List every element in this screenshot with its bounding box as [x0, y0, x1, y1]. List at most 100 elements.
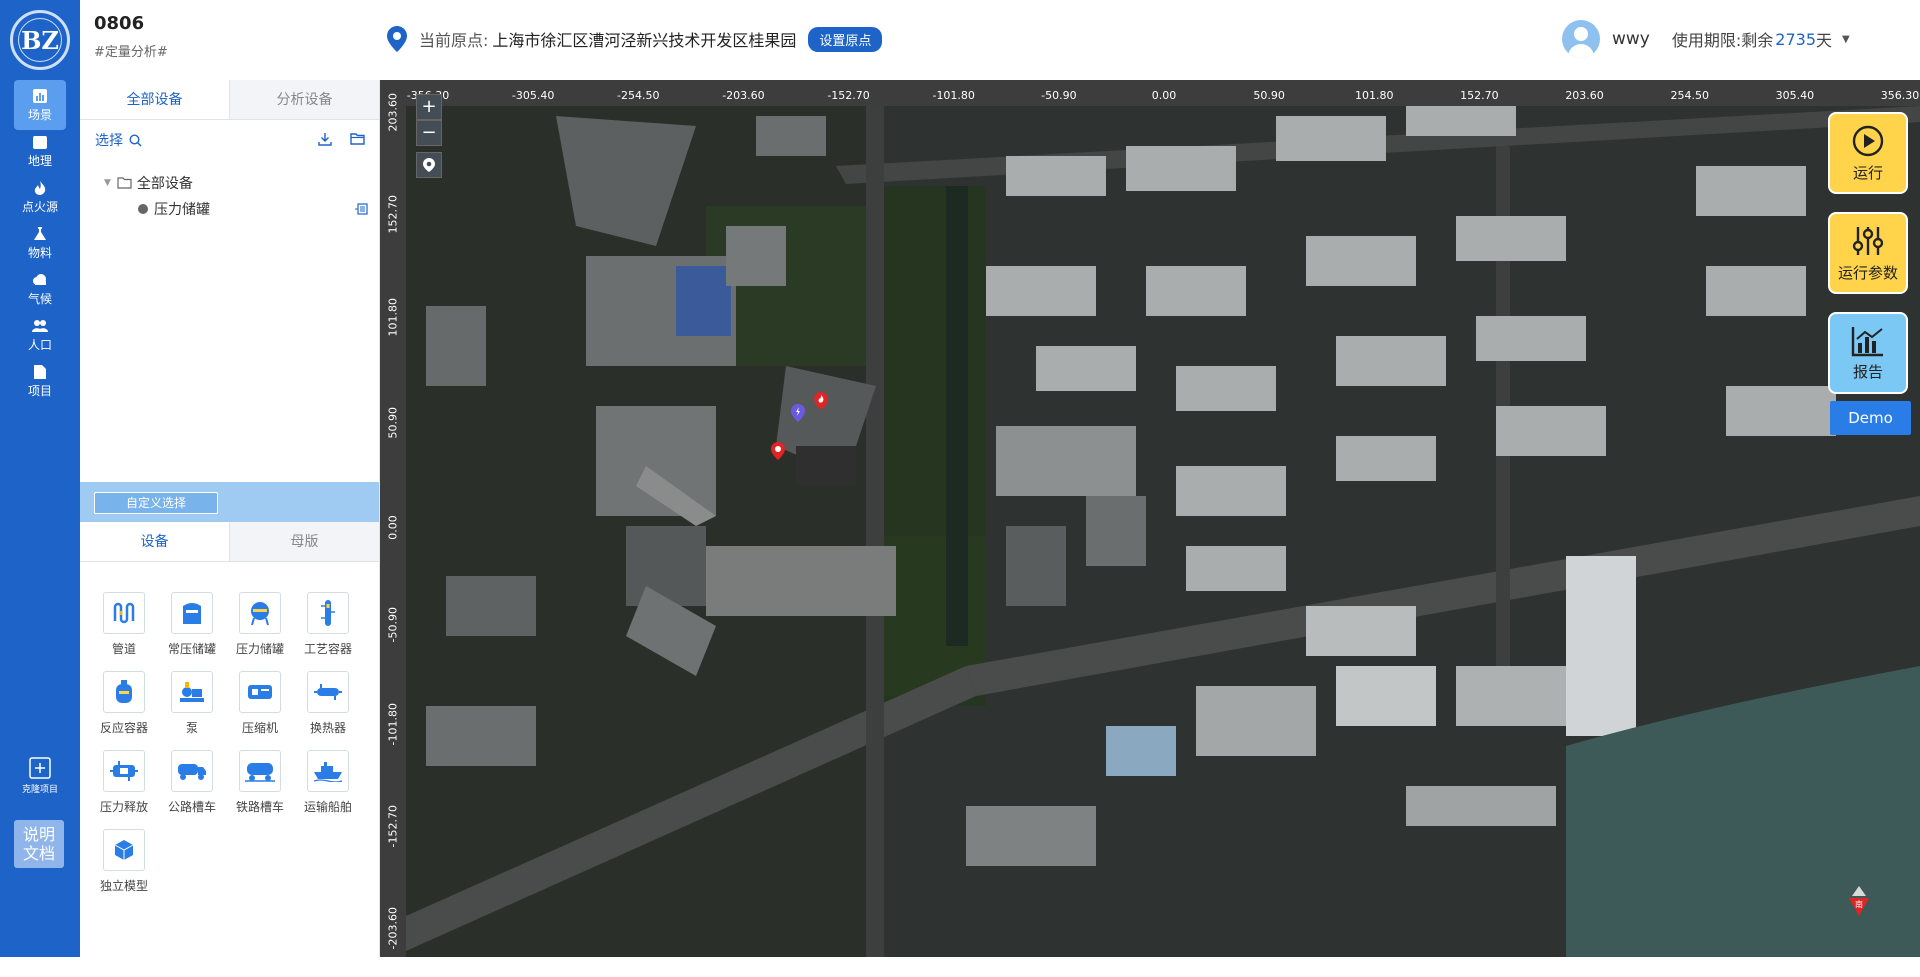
nav-item-population[interactable]: 人口	[14, 310, 66, 360]
nav-label: 人口	[27, 338, 52, 352]
nav-item-ignition[interactable]: 点火源	[14, 172, 66, 222]
run-button[interactable]: 运行	[1828, 112, 1908, 194]
ignition-marker-icon[interactable]	[814, 392, 828, 410]
y-ruler-tick-label: -152.70	[386, 804, 400, 848]
demo-button[interactable]: Demo	[1830, 401, 1911, 435]
equipment-item-atmospheric-tank[interactable]: 常压储罐	[158, 592, 226, 657]
x-ruler-tick-label: 305.40	[1775, 89, 1815, 102]
project-subtitle: #定量分析#	[94, 45, 168, 60]
left-nav: BZ 场景 地理 点火源 物料 气候 人口 项目 克隆项目 说明文档	[0, 0, 80, 977]
clone-icon	[29, 757, 51, 779]
origin-marker-icon[interactable]	[771, 442, 785, 460]
custom-select-bar: 自定义选择	[80, 482, 379, 522]
equipment-item-pipe[interactable]: 管道	[90, 592, 158, 657]
location-pin-icon	[423, 158, 435, 172]
username: wwy	[1612, 29, 1650, 49]
equipment-item-process-vessel[interactable]: 工艺容器	[294, 592, 362, 657]
tab-template[interactable]: 母版	[229, 522, 379, 561]
device-marker-icon[interactable]	[791, 404, 805, 422]
map-view[interactable]: -356.30-305.40-254.50-203.60-152.70-101.…	[380, 80, 1920, 957]
x-ruler-tick-label: 50.90	[1253, 89, 1285, 102]
locate-button[interactable]	[416, 152, 442, 178]
template-tabs: 设备 母版	[80, 522, 379, 562]
cloud-icon	[31, 272, 49, 288]
tree-root[interactable]: ▼ 全部设备	[104, 170, 355, 196]
zoom-out-button[interactable]: −	[416, 120, 442, 146]
equipment-item-ship[interactable]: 运输船舶	[294, 750, 362, 815]
nav-label: 物料	[27, 246, 52, 260]
nav-item-material[interactable]: 物料	[14, 218, 66, 268]
reactor-icon	[116, 680, 132, 703]
equipment-item-pressure-relief[interactable]: 压力释放	[90, 750, 158, 815]
caret-down-icon[interactable]: ▼	[1842, 34, 1850, 45]
user-menu[interactable]: wwy 使用期限:剩余 2735 天 ▼	[1562, 20, 1850, 58]
fire-icon	[31, 180, 49, 196]
x-ruler-tick-label: -305.40	[511, 89, 555, 102]
equipment-label: 管道	[111, 642, 136, 656]
equipment-item-pressure-tank[interactable]: 压力储罐	[226, 592, 294, 657]
clone-project-button[interactable]: 克隆项目	[14, 752, 66, 802]
equipment-item-road-tanker[interactable]: 公路槽车	[158, 750, 226, 815]
run-params-button[interactable]: 运行参数	[1828, 212, 1908, 294]
documentation-button[interactable]: 说明文档	[14, 820, 64, 868]
nav-label: 点火源	[21, 200, 58, 214]
compressor-icon	[248, 685, 272, 699]
origin-location: 当前原点: 上海市徐汇区漕河泾新兴技术开发区桂果园 设置原点	[387, 26, 883, 52]
compass-icon[interactable]: 南	[1846, 886, 1872, 916]
y-ruler-tick-label: 203.60	[386, 93, 400, 132]
equipment-item-pump[interactable]: 泵	[158, 671, 226, 736]
x-ruler-tick-label: 101.80	[1355, 89, 1394, 102]
download-icon[interactable]	[318, 132, 332, 146]
locate-device-icon[interactable]	[355, 203, 368, 215]
folder-icon[interactable]	[350, 132, 365, 145]
nav-item-climate[interactable]: 气候	[14, 264, 66, 314]
equipment-label: 换热器	[309, 721, 346, 735]
equipment-label: 常压储罐	[167, 642, 216, 656]
equipment-item-standalone-model[interactable]: 独立模型	[90, 829, 158, 894]
zoom-in-button[interactable]: +	[416, 94, 442, 120]
x-ruler-tick-label: 203.60	[1565, 89, 1604, 102]
device-panel: 全部设备 分析设备 选择 ▼ 全部设备 压力储罐 自定义选择 设备 母版 管道 …	[80, 80, 380, 977]
custom-select-button[interactable]: 自定义选择	[94, 492, 218, 514]
tab-equipment[interactable]: 设备	[80, 522, 229, 561]
nav-item-geography[interactable]: 地理	[14, 126, 66, 176]
x-ruler-tick-label: 254.50	[1670, 89, 1709, 102]
tab-all-devices[interactable]: 全部设备	[80, 80, 229, 119]
logo: BZ	[10, 10, 70, 70]
x-ruler-tick-label: 0.00	[1151, 89, 1177, 102]
y-ruler: 203.60 152.70 101.80 50.90 0.00 -50.90 -101.80…	[380, 93, 406, 957]
equipment-label: 公路槽车	[167, 800, 216, 814]
x-ruler-tick-label: 152.70	[1460, 89, 1499, 102]
equipment-item-heat-exchanger[interactable]: 换热器	[294, 671, 362, 736]
equipment-item-compressor[interactable]: 压缩机	[226, 671, 294, 736]
select-label[interactable]: 选择	[95, 130, 123, 150]
avatar[interactable]	[1562, 20, 1600, 58]
play-icon	[1852, 125, 1884, 156]
nav-item-project[interactable]: 项目	[14, 356, 66, 406]
equipment-label: 独立模型	[99, 879, 148, 893]
pressure-tank-icon	[251, 602, 269, 626]
nav-item-scene[interactable]: 场景	[14, 80, 66, 130]
equipment-label: 泵	[185, 721, 198, 735]
ship-icon	[313, 762, 343, 782]
road-tanker-icon	[178, 764, 206, 780]
tab-analysis-devices[interactable]: 分析设备	[229, 80, 379, 119]
header: 0806 #定量分析# 当前原点: 上海市徐汇区漕河泾新兴技术开发区桂果园 设置…	[80, 0, 1920, 80]
status-bar	[0, 957, 1920, 977]
tree-item[interactable]: 压力储罐	[104, 196, 368, 222]
y-ruler-tick-label: -101.80	[386, 702, 400, 745]
cube-icon	[114, 840, 134, 860]
pipe-icon	[113, 602, 135, 624]
caret-down-icon[interactable]: ▼	[104, 178, 111, 188]
y-ruler-tick-label: 0.00	[386, 515, 400, 540]
y-ruler-tick-label: 101.80	[386, 297, 400, 337]
search-icon[interactable]	[129, 133, 142, 147]
equipment-item-rail-tanker[interactable]: 铁路槽车	[226, 750, 294, 815]
report-button[interactable]: 报告	[1828, 312, 1908, 394]
equipment-item-reactor[interactable]: 反应容器	[90, 671, 158, 736]
process-vessel-icon	[321, 600, 335, 626]
atmospheric-tank-icon	[183, 603, 201, 624]
set-origin-button[interactable]: 设置原点	[808, 26, 883, 52]
rail-tanker-icon	[245, 763, 275, 782]
satellite-map[interactable]	[406, 106, 1920, 957]
